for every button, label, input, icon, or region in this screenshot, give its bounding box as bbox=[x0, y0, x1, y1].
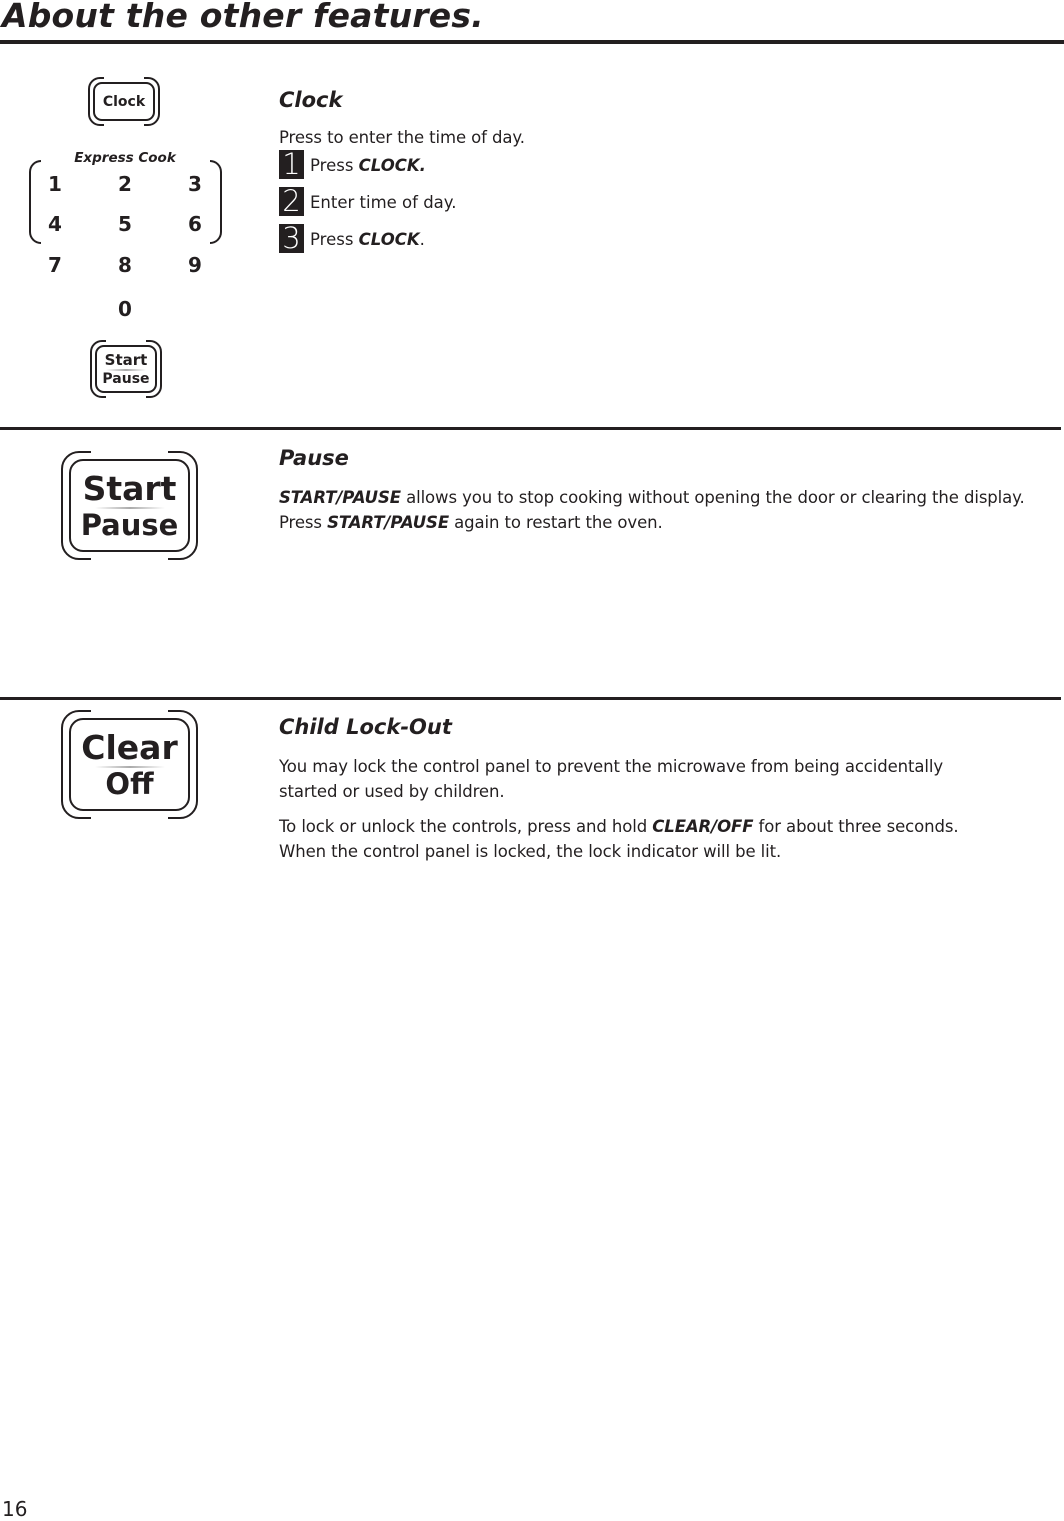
clock-step-2: 2 Enter time of day. bbox=[279, 187, 456, 216]
pause-description: START/PAUSE allows you to stop cooking w… bbox=[279, 488, 1025, 532]
clock-step-1: 1 Press CLOCK. bbox=[279, 150, 426, 179]
child-lock-heading: Child Lock-Out bbox=[279, 715, 452, 739]
off-label: Off bbox=[105, 766, 154, 801]
digit-6: 6 bbox=[188, 212, 202, 236]
digit-5: 5 bbox=[118, 212, 132, 236]
digit-0: 0 bbox=[118, 297, 132, 321]
pause-label: Pause bbox=[80, 507, 179, 542]
digit-4: 4 bbox=[48, 212, 62, 236]
clock-intro: Press to enter the time of day. bbox=[279, 128, 525, 147]
pause-heading: Pause bbox=[279, 446, 349, 470]
step-number-3: 3 bbox=[279, 224, 304, 253]
clear-label: Clear bbox=[81, 727, 178, 767]
keypad-bracket-right bbox=[210, 160, 222, 244]
digit-9: 9 bbox=[188, 253, 202, 277]
start-pause-key-illustration: Start Pause bbox=[61, 449, 198, 562]
page-title: About the other features. bbox=[2, 0, 484, 35]
small-start-pause-key-illustration: Start Pause bbox=[90, 338, 162, 400]
step-number-2: 2 bbox=[279, 187, 304, 216]
child-lock-para-1: You may lock the control panel to preven… bbox=[279, 757, 944, 801]
digit-1: 1 bbox=[48, 172, 62, 196]
clock-step-3: 3 Press CLOCK. bbox=[279, 224, 425, 253]
clock-heading: Clock bbox=[279, 88, 343, 112]
title-underline bbox=[0, 40, 1064, 44]
pause-label: Pause bbox=[102, 370, 150, 387]
clock-key-illustration: Clock bbox=[88, 75, 160, 128]
clock-key-label: Clock bbox=[102, 93, 146, 110]
digit-3: 3 bbox=[188, 172, 202, 196]
child-lock-para-2: To lock or unlock the controls, press an… bbox=[279, 817, 959, 861]
digit-8: 8 bbox=[118, 253, 132, 277]
page-number: 16 bbox=[2, 1497, 28, 1521]
digit-2: 2 bbox=[118, 172, 132, 196]
digit-7: 7 bbox=[48, 253, 62, 277]
clear-off-key-illustration: Clear Off bbox=[61, 708, 198, 821]
section-divider bbox=[0, 697, 1061, 700]
section-divider bbox=[0, 427, 1061, 430]
start-label: Start bbox=[104, 350, 148, 369]
start-label: Start bbox=[82, 468, 177, 508]
step-number-1: 1 bbox=[279, 150, 304, 179]
